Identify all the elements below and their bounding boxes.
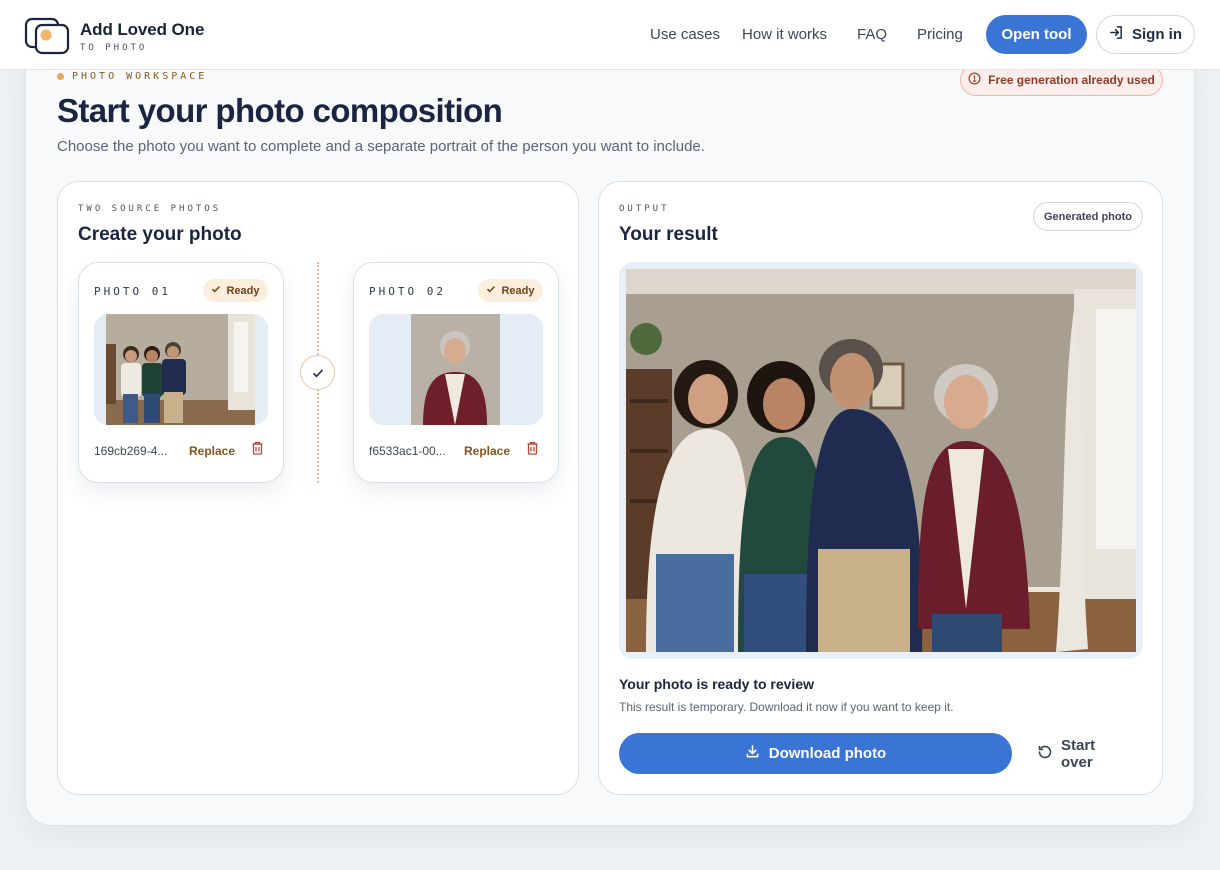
nav-pricing[interactable]: Pricing (917, 26, 963, 43)
brand[interactable]: Add Loved One TO PHOTO (24, 17, 204, 55)
ready-badge: Ready (478, 279, 543, 302)
source-photos-card: TWO SOURCE PHOTOS Create your photo PHOT… (57, 181, 579, 795)
sign-in-button[interactable]: Sign in (1096, 15, 1195, 54)
source-eyebrow: TWO SOURCE PHOTOS (78, 204, 222, 214)
generated-photo-badge: Generated photo (1033, 202, 1143, 231)
brand-name: Add Loved One (80, 19, 205, 39)
workspace-eyebrow: PHOTO WORKSPACE (57, 71, 207, 82)
logo-icon (24, 17, 70, 55)
alert-icon (968, 72, 981, 88)
nav-use-cases[interactable]: Use cases (650, 26, 720, 43)
output-card: OUTPUT Your result Generated photo Your … (598, 181, 1163, 795)
nav-how-it-works[interactable]: How it works (742, 26, 827, 43)
nav-faq[interactable]: FAQ (857, 26, 887, 43)
photo-slot-2[interactable]: PHOTO 02 Ready f6533ac1-00... Replace (353, 262, 559, 483)
photo-thumbnail (94, 314, 268, 425)
top-navigation: Add Loved One TO PHOTO Use cases How it … (0, 0, 1220, 70)
portrait-photo-image (411, 314, 500, 425)
photo-thumbnail (369, 314, 543, 425)
connector-check-icon (300, 355, 335, 390)
brand-tagline: TO PHOTO (80, 42, 148, 53)
family-photo-image (106, 314, 255, 425)
file-name: f6533ac1-00... (369, 443, 446, 458)
status-dot-icon (57, 73, 64, 80)
result-ready-subtitle: This result is temporary. Download it no… (619, 700, 954, 714)
delete-icon[interactable] (526, 441, 539, 460)
replace-button[interactable]: Replace (464, 444, 510, 458)
file-name: 169cb269-4... (94, 443, 168, 458)
replace-button[interactable]: Replace (189, 444, 235, 458)
check-icon (211, 284, 221, 297)
generated-result-image (626, 269, 1136, 652)
download-icon (745, 744, 760, 763)
output-title: Your result (619, 224, 718, 245)
source-title: Create your photo (78, 224, 242, 245)
photo-slot-label: PHOTO 02 (369, 285, 446, 298)
ready-badge: Ready (203, 279, 268, 302)
result-frame (619, 262, 1143, 659)
delete-icon[interactable] (251, 441, 264, 460)
result-ready-title: Your photo is ready to review (619, 676, 815, 692)
restart-icon (1037, 744, 1053, 764)
download-photo-button[interactable]: Download photo (619, 733, 1012, 774)
page-subtitle: Choose the photo you want to complete an… (57, 138, 705, 155)
start-over-button[interactable]: Start over (1037, 733, 1131, 774)
sign-in-icon (1109, 25, 1124, 44)
check-icon (486, 284, 496, 297)
page-title: Start your photo composition (57, 92, 503, 129)
output-eyebrow: OUTPUT (619, 204, 670, 214)
photo-slot-label: PHOTO 01 (94, 285, 171, 298)
sign-in-label: Sign in (1132, 26, 1182, 43)
open-tool-button[interactable]: Open tool (986, 15, 1087, 54)
photo-slot-1[interactable]: PHOTO 01 Ready 169cb269-4... Replace (78, 262, 284, 483)
